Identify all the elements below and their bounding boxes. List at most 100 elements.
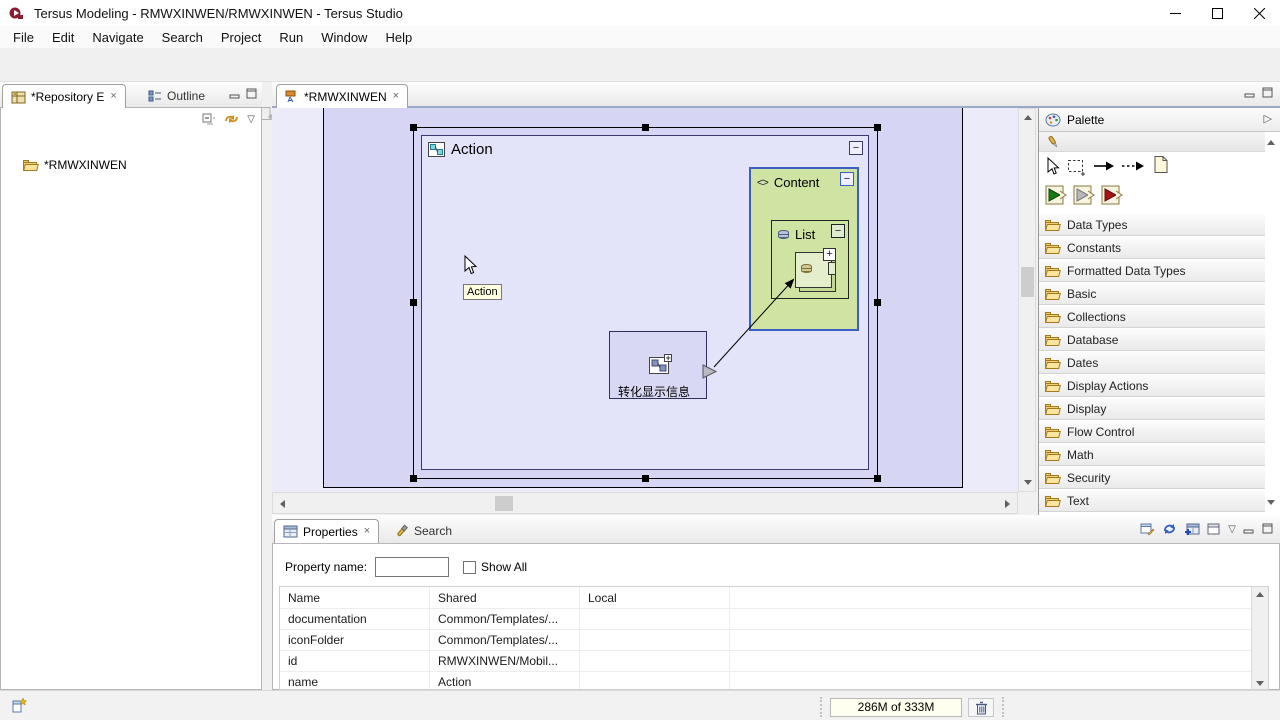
scroll-left-icon[interactable] [280, 500, 285, 508]
palette-category-collections[interactable]: Collections [1039, 306, 1265, 329]
tree-item-rmwxinwen[interactable]: *RMWXINWEN [23, 158, 127, 172]
selection-handle[interactable] [410, 299, 417, 306]
menu-edit[interactable]: Edit [43, 28, 83, 47]
scroll-right-icon[interactable] [1005, 500, 1010, 508]
palette-category-display-actions[interactable]: Display Actions [1039, 375, 1265, 398]
cell-local[interactable] [580, 609, 730, 629]
col-header-shared[interactable]: Shared [430, 587, 580, 608]
dashed-arrow-tool[interactable] [1121, 159, 1145, 173]
maximize-view-icon[interactable] [246, 88, 258, 100]
cell-name[interactable]: iconFolder [280, 630, 430, 650]
editor-tab-close-icon[interactable]: × [393, 91, 399, 102]
properties-tab-close-icon[interactable]: × [364, 526, 370, 537]
palette-category-data-types[interactable]: Data Types [1039, 214, 1265, 237]
cell-name[interactable]: id [280, 651, 430, 671]
cell-shared[interactable]: Action [430, 672, 580, 690]
tab-editor-rmwxinwen[interactable]: *RMWXINWEN × [276, 84, 408, 108]
scroll-up-icon[interactable] [1256, 592, 1264, 597]
property-name-input[interactable] [375, 557, 449, 577]
action-collapse-button[interactable]: − [849, 141, 863, 155]
menu-search[interactable]: Search [153, 28, 212, 47]
col-header-name[interactable]: Name [280, 587, 430, 608]
maximize-button[interactable] [1196, 0, 1238, 26]
tab-properties[interactable]: Properties × [274, 519, 379, 543]
menu-project[interactable]: Project [212, 28, 270, 47]
palette-category-basic[interactable]: Basic [1039, 283, 1265, 306]
content-box[interactable]: <> Content − List − + [749, 167, 859, 331]
palette-category-database[interactable]: Database [1039, 329, 1265, 352]
gray-flag-tool[interactable] [1073, 185, 1095, 207]
garbage-collect-button[interactable] [968, 698, 994, 717]
editor-vscrollbar[interactable] [1018, 108, 1036, 492]
table-row[interactable]: documentation Common/Templates/... [280, 609, 1268, 630]
cell-local[interactable] [580, 651, 730, 671]
selection-handle[interactable] [874, 475, 881, 482]
cell-name[interactable]: documentation [280, 609, 430, 629]
fast-view-icon[interactable] [10, 696, 28, 714]
close-button[interactable] [1238, 0, 1280, 26]
selection-handle[interactable] [410, 475, 417, 482]
hscroll-thumb[interactable] [495, 496, 513, 511]
selection-handle[interactable] [410, 124, 417, 131]
minimize-editor-icon[interactable] [1244, 87, 1256, 99]
palette-category-flow-control[interactable]: Flow Control [1039, 421, 1265, 444]
collapse-all-icon[interactable] [202, 113, 216, 126]
cell-local[interactable] [580, 672, 730, 690]
cell-local[interactable] [580, 630, 730, 650]
list-collapse-button[interactable]: − [831, 224, 845, 238]
palette-scrollbar[interactable] [1264, 134, 1278, 513]
palette-category-security[interactable]: Security [1039, 467, 1265, 490]
palette-category-display[interactable]: Display [1039, 398, 1265, 421]
menu-navigate[interactable]: Navigate [83, 28, 152, 47]
selection-handle[interactable] [874, 299, 881, 306]
green-flag-tool[interactable] [1045, 185, 1067, 207]
scroll-down-icon[interactable] [1256, 681, 1264, 686]
palette-category-text[interactable]: Text [1039, 490, 1265, 513]
pin-properties-icon[interactable] [1140, 522, 1155, 536]
refresh-icon[interactable] [1162, 522, 1177, 536]
view-menu-icon[interactable]: ▽ [247, 114, 255, 125]
link-with-editor-icon[interactable] [224, 112, 239, 126]
table-row[interactable]: iconFolder Common/Templates/... [280, 630, 1268, 651]
action-box[interactable]: Action − <> Content − List − [421, 135, 869, 470]
palette-header[interactable]: Palette ▷ [1039, 108, 1280, 132]
select-tool[interactable] [1045, 157, 1062, 177]
menu-window[interactable]: Window [312, 28, 376, 47]
menu-help[interactable]: Help [376, 28, 421, 47]
palette-pin-arrow-icon[interactable]: ▷ [1264, 112, 1272, 125]
scroll-up-icon[interactable] [1267, 140, 1275, 145]
content-collapse-button[interactable]: − [840, 172, 854, 186]
selection-handle[interactable] [642, 475, 649, 482]
view-menu-icon[interactable]: ▽ [1228, 524, 1236, 535]
model-canvas[interactable]: Action − <> Content − List − [272, 108, 1018, 492]
cell-shared[interactable]: Common/Templates/... [430, 630, 580, 650]
menu-run[interactable]: Run [270, 28, 312, 47]
maximize-view-icon[interactable] [1262, 523, 1274, 535]
list-item-expand-button[interactable]: + [823, 248, 836, 261]
tab-outline[interactable]: Outline [140, 84, 213, 108]
palette-category-dates[interactable]: Dates [1039, 352, 1265, 375]
flow-arrow-tool[interactable] [1093, 159, 1115, 173]
transform-box[interactable]: 转化显示信息 [609, 331, 707, 399]
scroll-down-icon[interactable] [1024, 480, 1032, 485]
red-flag-tool[interactable] [1101, 185, 1123, 207]
table-row[interactable]: id RMWXINWEN/Mobil... [280, 651, 1268, 672]
new-view-icon[interactable] [1207, 523, 1221, 536]
table-vscrollbar[interactable] [1251, 587, 1268, 690]
menu-file[interactable]: File [4, 28, 43, 47]
maximize-editor-icon[interactable] [1262, 87, 1274, 99]
selection-handle[interactable] [874, 124, 881, 131]
cell-shared[interactable]: RMWXINWEN/Mobil... [430, 651, 580, 671]
scroll-down-icon[interactable] [1267, 500, 1275, 505]
cell-name[interactable]: name [280, 672, 430, 690]
list-box[interactable]: List − + [771, 220, 849, 299]
palette-category-constants[interactable]: Constants [1039, 237, 1265, 260]
editor-hscrollbar[interactable] [272, 492, 1018, 514]
vscroll-thumb[interactable] [1021, 267, 1034, 297]
table-row[interactable]: name Action [280, 672, 1268, 690]
note-tool[interactable] [1153, 155, 1169, 174]
cell-shared[interactable]: Common/Templates/... [430, 609, 580, 629]
minimize-button[interactable] [1154, 0, 1196, 26]
show-all-checkbox[interactable] [463, 561, 476, 574]
tab-repository-explorer[interactable]: *Repository E × [2, 84, 126, 108]
